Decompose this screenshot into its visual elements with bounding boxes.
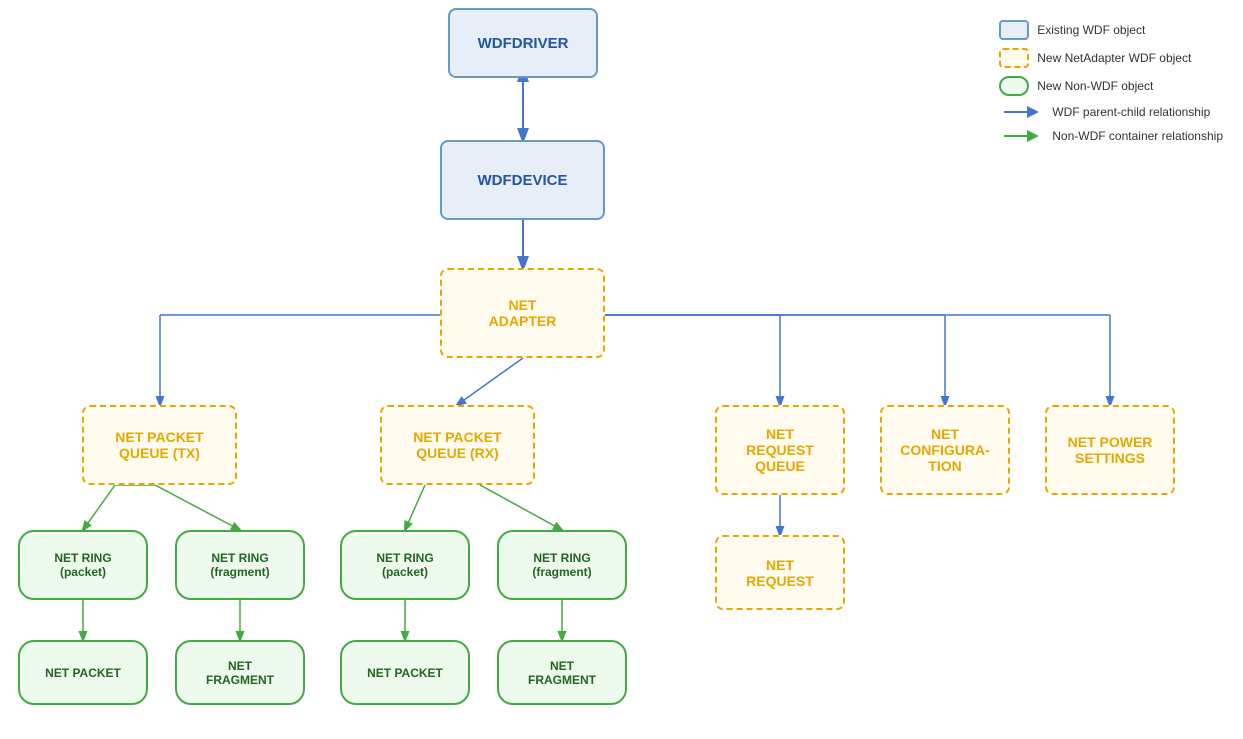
netadapter-label: NET ADAPTER	[489, 297, 557, 329]
netring-packet-rx-label: NET RING (packet)	[376, 551, 433, 579]
netpacket-rx-node: NET PACKET	[340, 640, 470, 705]
legend-existing-wdf-label: Existing WDF object	[1037, 23, 1145, 37]
netring-packet-tx-label: NET RING (packet)	[54, 551, 111, 579]
net-power-settings-label: NET POWER SETTINGS	[1068, 434, 1153, 466]
netpacket-tx-label: NET PACKET	[45, 666, 121, 680]
legend-wdf-parent-child: WDF parent-child relationship	[999, 104, 1223, 120]
netring-fragment-rx-node: NET RING (fragment)	[497, 530, 627, 600]
net-request-queue-label: NET REQUEST QUEUE	[746, 426, 814, 474]
netring-packet-tx-node: NET RING (packet)	[18, 530, 148, 600]
net-configuration-node: NET CONFIGURA- TION	[880, 405, 1010, 495]
diagram: WDFDRIVER WDFDEVICE NET ADAPTER NET PACK…	[0, 0, 1243, 739]
netring-packet-rx-node: NET RING (packet)	[340, 530, 470, 600]
net-request-queue-node: NET REQUEST QUEUE	[715, 405, 845, 495]
legend-new-nonwdf: New Non-WDF object	[999, 76, 1223, 96]
netring-fragment-tx-node: NET RING (fragment)	[175, 530, 305, 600]
net-request-node: NET REQUEST	[715, 535, 845, 610]
netring-fragment-tx-label: NET RING (fragment)	[210, 551, 269, 579]
net-configuration-label: NET CONFIGURA- TION	[900, 426, 989, 474]
legend-new-netadapter-label: New NetAdapter WDF object	[1037, 51, 1191, 65]
netfragment-rx-label: NET FRAGMENT	[528, 659, 596, 687]
netfragment-tx-node: NET FRAGMENT	[175, 640, 305, 705]
wdfdriver-node: WDFDRIVER	[448, 8, 598, 78]
legend-wdf-parent-child-label: WDF parent-child relationship	[1052, 105, 1210, 119]
legend-new-nonwdf-label: New Non-WDF object	[1037, 79, 1153, 93]
legend-new-netadapter: New NetAdapter WDF object	[999, 48, 1223, 68]
legend: Existing WDF object New NetAdapter WDF o…	[999, 20, 1223, 152]
netpktqueue-rx-label: NET PACKET QUEUE (RX)	[413, 429, 501, 461]
legend-nonwdf-container: Non-WDF container relationship	[999, 128, 1223, 144]
netfragment-rx-node: NET FRAGMENT	[497, 640, 627, 705]
legend-solid-box	[999, 20, 1029, 40]
wdfdevice-node: WDFDEVICE	[440, 140, 605, 220]
netfragment-tx-label: NET FRAGMENT	[206, 659, 274, 687]
wdfdriver-label: WDFDRIVER	[478, 35, 569, 52]
netring-fragment-rx-label: NET RING (fragment)	[532, 551, 591, 579]
netadapter-node: NET ADAPTER	[440, 268, 605, 358]
netpktqueue-rx-node: NET PACKET QUEUE (RX)	[380, 405, 535, 485]
legend-dashed-box	[999, 48, 1029, 68]
legend-existing-wdf: Existing WDF object	[999, 20, 1223, 40]
net-request-label: NET REQUEST	[746, 557, 814, 589]
legend-oval-box	[999, 76, 1029, 96]
legend-nonwdf-container-label: Non-WDF container relationship	[1052, 129, 1223, 143]
netpktqueue-tx-node: NET PACKET QUEUE (TX)	[82, 405, 237, 485]
netpacket-rx-label: NET PACKET	[367, 666, 443, 680]
netpktqueue-tx-label: NET PACKET QUEUE (TX)	[115, 429, 203, 461]
netpacket-tx-node: NET PACKET	[18, 640, 148, 705]
wdfdevice-label: WDFDEVICE	[478, 172, 568, 189]
net-power-settings-node: NET POWER SETTINGS	[1045, 405, 1175, 495]
